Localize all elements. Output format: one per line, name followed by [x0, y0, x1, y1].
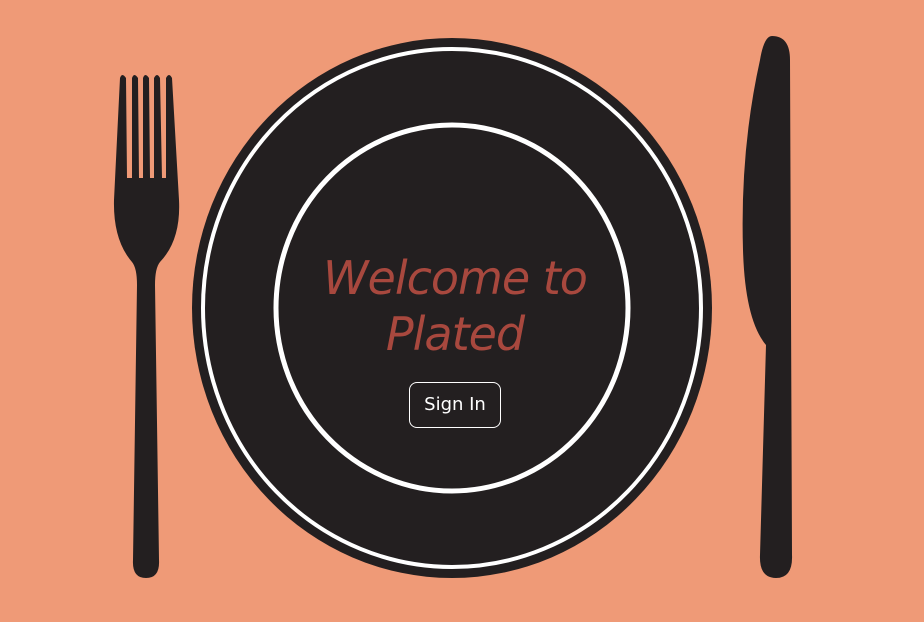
fork-icon [113, 75, 180, 578]
welcome-title-line2: Plated [385, 307, 525, 361]
landing-page: Welcome to Plated Sign In [0, 0, 924, 622]
knife-icon [742, 36, 793, 578]
sign-in-button[interactable]: Sign In [409, 382, 501, 428]
welcome-title: Welcome to Plated [300, 250, 610, 362]
plate-content: Welcome to Plated Sign In [300, 250, 610, 428]
welcome-title-line1: Welcome to [323, 251, 588, 305]
